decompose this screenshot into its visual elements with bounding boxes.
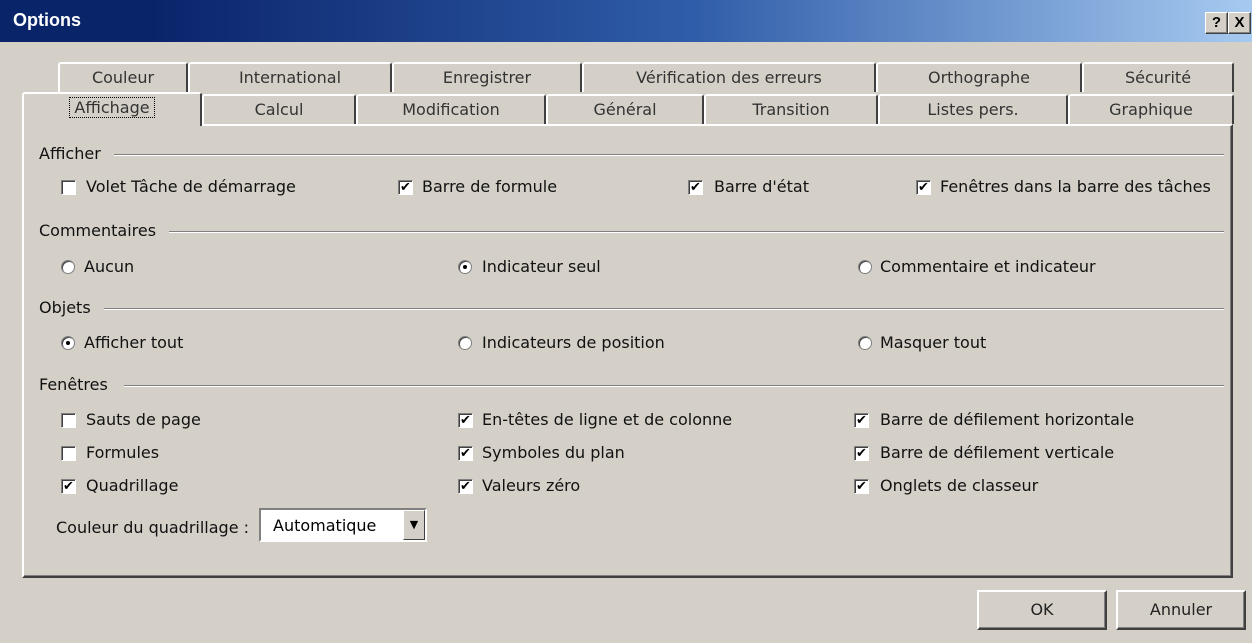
checkbox-label: Formules: [86, 443, 160, 462]
checkbox-label: Sauts de page: [86, 410, 201, 429]
radio-label: Masquer tout: [880, 333, 987, 352]
checkbox-box[interactable]: ✔: [854, 413, 869, 428]
checkbox-box[interactable]: [61, 413, 76, 428]
checkbox-label: Onglets de classeur: [880, 476, 1039, 495]
checkbox-label: Barre de défilement horizontale: [880, 410, 1135, 429]
tab-securite[interactable]: Sécurité: [1082, 62, 1234, 92]
checkbox-label: En-têtes de ligne et de colonne: [482, 410, 733, 429]
tab-graphique[interactable]: Graphique: [1068, 94, 1234, 124]
radio-label: Afficher tout: [84, 333, 184, 352]
group-afficher-label: Afficher: [39, 144, 101, 163]
checkbox-label: Valeurs zéro: [482, 476, 581, 495]
tab-verification-erreurs[interactable]: Vérification des erreurs: [582, 62, 876, 92]
radio-dot: [66, 341, 70, 345]
checkbox-label: Symboles du plan: [482, 443, 625, 462]
divider: [104, 308, 1224, 310]
checkbox-box[interactable]: ✔: [854, 446, 869, 461]
radio-label: Indicateur seul: [482, 257, 601, 276]
tab-calcul[interactable]: Calcul: [202, 94, 356, 124]
checkbox-box[interactable]: ✔: [458, 479, 473, 494]
ok-button[interactable]: OK: [977, 590, 1107, 630]
tab-panel-affichage: Afficher Volet Tâche de démarrage ✔ Barr…: [22, 124, 1233, 578]
radio-circle[interactable]: [858, 260, 872, 274]
title-bar: Options ? X: [0, 0, 1252, 42]
checkbox-box[interactable]: ✔: [688, 180, 703, 195]
radio-circle[interactable]: [458, 336, 472, 350]
cancel-button[interactable]: Annuler: [1116, 590, 1246, 630]
tab-orthographe[interactable]: Orthographe: [876, 62, 1082, 92]
help-button[interactable]: ?: [1205, 12, 1228, 34]
radio-circle[interactable]: [61, 336, 75, 350]
tab-international[interactable]: International: [188, 62, 392, 92]
radio-label: Aucun: [84, 257, 135, 276]
radio-circle[interactable]: [858, 336, 872, 350]
divider: [169, 231, 1224, 233]
tab-affichage[interactable]: Affichage: [22, 92, 202, 126]
checkbox-label: Fenêtres dans la barre des tâches: [940, 177, 1211, 196]
checkbox-box[interactable]: ✔: [916, 180, 931, 195]
close-button[interactable]: X: [1228, 12, 1251, 34]
checkbox-label: Barre de défilement verticale: [880, 443, 1115, 462]
checkbox-box[interactable]: ✔: [458, 446, 473, 461]
tab-couleur[interactable]: Couleur: [58, 62, 188, 92]
radio-circle[interactable]: [458, 260, 472, 274]
divider: [114, 154, 1224, 156]
group-commentaires-label: Commentaires: [39, 221, 157, 240]
radio-label: Commentaire et indicateur: [880, 257, 1096, 276]
checkbox-box[interactable]: ✔: [854, 479, 869, 494]
gridline-color-select[interactable]: Automatique ▼: [259, 508, 427, 542]
divider: [124, 385, 1224, 387]
gridline-color-label: Couleur du quadrillage :: [56, 518, 250, 537]
checkbox-box[interactable]: ✔: [61, 479, 76, 494]
checkbox-label: Barre de formule: [422, 177, 558, 196]
checkbox-label: Volet Tâche de démarrage: [86, 177, 296, 196]
chevron-down-icon[interactable]: ▼: [403, 510, 425, 540]
tab-modification[interactable]: Modification: [356, 94, 546, 124]
checkbox-box[interactable]: [61, 180, 76, 195]
group-fenetres-label: Fenêtres: [39, 375, 108, 394]
gridline-color-value: Automatique: [273, 516, 377, 535]
checkbox-box[interactable]: ✔: [398, 180, 413, 195]
tab-enregistrer[interactable]: Enregistrer: [392, 62, 582, 92]
tab-general[interactable]: Général: [546, 94, 704, 124]
checkbox-box[interactable]: ✔: [458, 413, 473, 428]
checkbox-label: Barre d'état: [714, 177, 809, 196]
checkbox-box[interactable]: [61, 446, 76, 461]
radio-label: Indicateurs de position: [482, 333, 665, 352]
radio-circle[interactable]: [61, 260, 75, 274]
tab-listes-pers[interactable]: Listes pers.: [878, 94, 1068, 124]
checkbox-label: Quadrillage: [86, 476, 179, 495]
group-objets-label: Objets: [39, 298, 91, 317]
window-title: Options: [13, 10, 81, 30]
radio-dot: [463, 265, 467, 269]
tab-transition[interactable]: Transition: [704, 94, 878, 124]
